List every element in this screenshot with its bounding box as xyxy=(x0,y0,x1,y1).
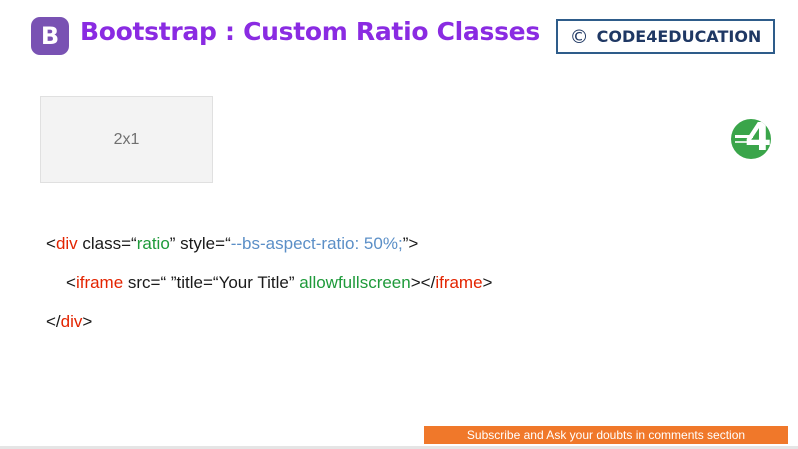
code-token: </ xyxy=(46,312,61,331)
code-token: ” style=“ xyxy=(169,234,231,253)
ratio-label: 2x1 xyxy=(113,130,140,148)
page-title: Bootstrap : Custom Ratio Classes xyxy=(80,17,540,46)
brand-name: CODE4EDUCATION xyxy=(596,27,762,46)
code-line-2: <iframe src=“ ”title=“Your Title” allowf… xyxy=(66,273,492,293)
code-token: < xyxy=(46,234,56,253)
code-token: < xyxy=(66,273,76,292)
copyright-badge: © CODE4EDUCATION xyxy=(556,19,775,54)
code4education-logo-icon: 4 xyxy=(731,119,771,159)
code-token: ></ xyxy=(410,273,436,292)
code-tag: div xyxy=(55,234,78,253)
code-attr: allowfullscreen xyxy=(299,273,411,292)
code-line-3: </div> xyxy=(46,312,92,332)
code-token: ”> xyxy=(402,234,419,253)
code-tag: div xyxy=(60,312,83,331)
code-style-value: --bs-aspect-ratio: 50%; xyxy=(230,234,403,253)
copyright-icon: © xyxy=(569,25,589,48)
ratio-demo-box: 2x1 xyxy=(40,96,213,183)
slide: B Bootstrap : Custom Ratio Classes © COD… xyxy=(0,0,798,449)
code-tag: iframe xyxy=(435,273,483,292)
code-token: > xyxy=(482,273,493,292)
subscribe-banner: Subscribe and Ask your doubts in comment… xyxy=(424,426,788,444)
code-token: class=“ xyxy=(77,234,137,253)
code-attr-value: ratio xyxy=(136,234,170,253)
logo-letter: B xyxy=(40,22,60,50)
logo-glyph: 4 xyxy=(745,119,771,159)
code-line-1: <div class=“ratio” style=“--bs-aspect-ra… xyxy=(46,234,418,254)
code-token: > xyxy=(82,312,93,331)
bootstrap-logo-icon: B xyxy=(31,17,69,55)
code-tag: iframe xyxy=(75,273,124,292)
code-token: src=“ ”title=“Your Title” xyxy=(123,273,300,292)
